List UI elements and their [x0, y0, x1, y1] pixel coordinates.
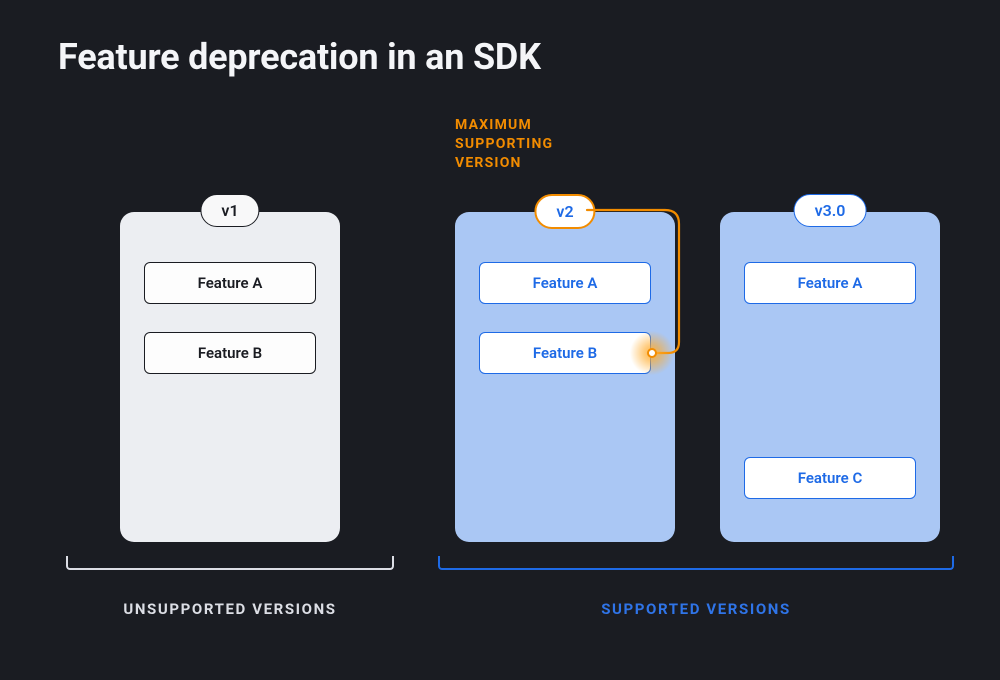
version-pill-v2: v2 — [534, 194, 595, 229]
version-pill-v3: v3.0 — [794, 194, 867, 227]
max-supporting-version-annotation: MAXIMUM SUPPORTING VERSION — [455, 116, 553, 173]
feature-block-v2-b: Feature B — [479, 332, 651, 374]
diagram-title: Feature deprecation in an SDK — [58, 36, 541, 78]
feature-block-v1-b: Feature B — [144, 332, 316, 374]
annotation-line-1: MAXIMUM — [455, 117, 532, 133]
version-card-v2: v2 Feature A Feature B — [455, 212, 675, 542]
bracket-unsupported — [66, 556, 394, 570]
version-pill-v1: v1 — [200, 194, 259, 227]
feature-block-v1-a: Feature A — [144, 262, 316, 304]
annotation-line-2: SUPPORTING — [455, 136, 553, 152]
version-card-v3: v3.0 Feature A Feature C — [720, 212, 940, 542]
bracket-supported — [438, 556, 954, 570]
feature-block-v2-a: Feature A — [479, 262, 651, 304]
feature-block-v3-c: Feature C — [744, 457, 916, 499]
version-card-v1: v1 Feature A Feature B — [120, 212, 340, 542]
annotation-line-3: VERSION — [455, 155, 522, 171]
feature-block-v3-a: Feature A — [744, 262, 916, 304]
label-supported-versions: SUPPORTED VERSIONS — [438, 600, 954, 618]
label-unsupported-versions: UNSUPPORTED VERSIONS — [66, 600, 394, 618]
